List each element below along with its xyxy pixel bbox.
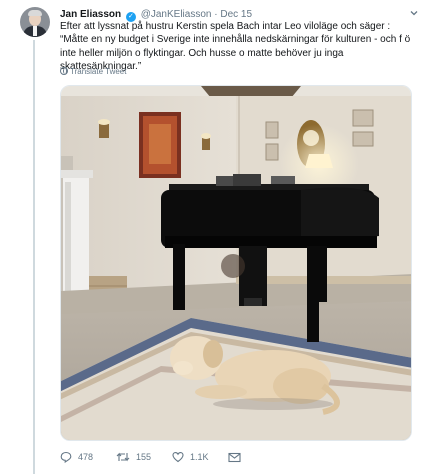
like-count: 1.1K [190, 452, 209, 462]
retweet-count: 155 [136, 452, 152, 462]
translate-tweet-link[interactable]: Translate Tweet [60, 67, 126, 77]
reply-icon [60, 451, 72, 463]
retweet-button[interactable]: 155 [116, 449, 151, 465]
avatar[interactable] [20, 7, 50, 37]
heart-icon [172, 452, 184, 463]
tweet-photo[interactable] [60, 85, 412, 441]
tweet-actions: 478 155 1.1K [60, 449, 320, 465]
avatar-shirt [33, 26, 37, 36]
photo-dog-under-piano [61, 86, 411, 440]
author-name[interactable]: Jan Eliasson [60, 9, 121, 20]
like-button[interactable]: 1.1K [172, 449, 209, 465]
translate-label: Translate Tweet [70, 67, 127, 76]
separator-dot: · [214, 9, 218, 20]
direct-message-button[interactable] [228, 449, 247, 465]
tweet-date[interactable]: Dec 15 [220, 9, 252, 20]
tweet-text: Efter att lyssnat på hustru Kerstin spel… [60, 21, 411, 72]
reply-count: 478 [78, 452, 94, 462]
reply-button[interactable]: 478 [60, 449, 93, 465]
retweet-icon [116, 452, 130, 462]
author-handle[interactable]: @JanKEliasson [141, 9, 212, 20]
globe-icon [60, 67, 68, 75]
envelope-icon [228, 452, 241, 462]
thread-line [33, 40, 35, 474]
avatar-hair [28, 10, 42, 16]
